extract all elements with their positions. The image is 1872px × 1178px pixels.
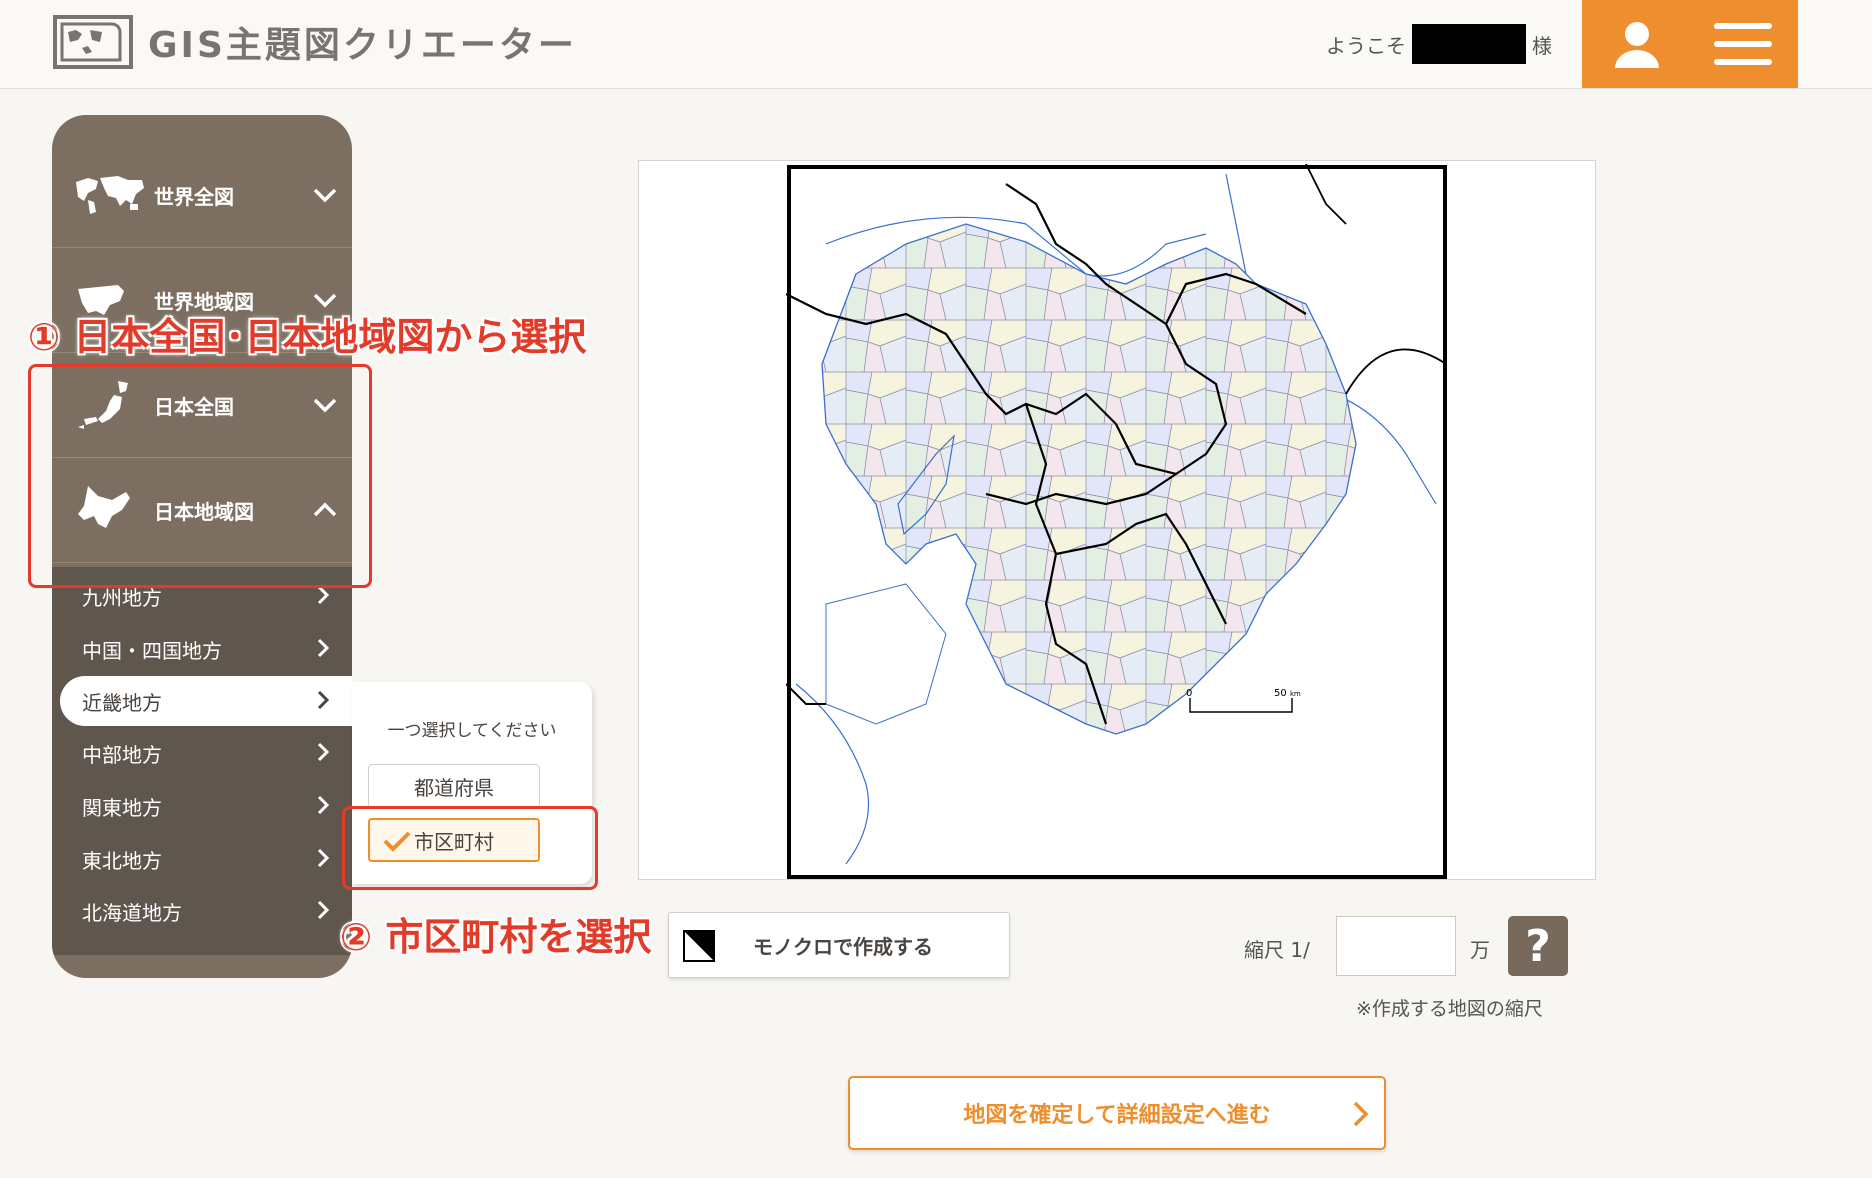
monochrome-button[interactable]: モノクロで作成する	[668, 912, 1010, 978]
chevron-right-icon	[317, 690, 330, 710]
popup-title: 一つ選択してください	[387, 721, 557, 741]
region-label: 北海道地方	[82, 900, 182, 925]
confirm-label: 地図を確定して詳細設定へ進む	[963, 1103, 1271, 1128]
option-prefecture[interactable]: 都道府県	[368, 764, 540, 808]
chevron-right-icon	[317, 900, 330, 920]
confirm-map-button[interactable]: 地図を確定して詳細設定へ進む	[848, 1076, 1386, 1150]
annotation-step1: ① 日本全国･日本地域図から選択	[28, 315, 587, 359]
region-item-kanto[interactable]: 関東地方	[52, 781, 352, 831]
user-button[interactable]	[1582, 0, 1692, 88]
scale-unit: 万	[1470, 938, 1490, 962]
option-label: 都道府県	[414, 775, 494, 800]
region-item-kinki[interactable]: 近畿地方	[60, 676, 352, 726]
scale-bar-fifty: 50	[1274, 688, 1287, 699]
scale-input[interactable]	[1336, 916, 1456, 976]
category-label: 世界全図	[154, 184, 234, 209]
menu-button[interactable]	[1688, 0, 1798, 88]
scale-note: ※作成する地図の縮尺	[1356, 998, 1543, 1020]
user-icon	[1615, 22, 1659, 68]
annotation-box-step2	[342, 806, 598, 890]
app-header: GIS主題図クリエーター ようこそ 様	[0, 0, 1872, 89]
welcome-text: ようこそ	[1326, 34, 1406, 58]
chevron-right-icon	[317, 742, 330, 762]
scale-bar-unit: km	[1290, 690, 1301, 698]
region-item-tohoku[interactable]: 東北地方	[52, 834, 352, 884]
region-label: 近畿地方	[82, 690, 162, 715]
chevron-right-icon	[317, 638, 330, 658]
chevron-right-icon	[317, 795, 330, 815]
honorific-text: 様	[1532, 34, 1552, 58]
kinki-municipality-map: 0 50 km	[786, 164, 1447, 879]
scale-bar-zero: 0	[1186, 688, 1192, 699]
region-label: 中国・四国地方	[82, 638, 222, 663]
monochrome-icon	[683, 930, 715, 962]
annotation-step2: ② 市区町村を選択	[340, 915, 652, 959]
monochrome-label: モノクロで作成する	[753, 934, 933, 959]
region-item-chugoku-shikoku[interactable]: 中国・四国地方	[52, 624, 352, 674]
region-label: 中部地方	[82, 742, 162, 767]
app-title: GIS主題図クリエーター	[148, 25, 577, 66]
annotation-box-step1	[28, 364, 372, 588]
region-label: 関東地方	[82, 795, 162, 820]
category-world-full[interactable]: 世界全図	[52, 143, 352, 248]
region-item-hokkaido[interactable]: 北海道地方	[52, 886, 352, 936]
help-icon: ?	[1525, 920, 1551, 972]
region-list: 九州地方 中国・四国地方 近畿地方 中部地方 関東地方 東北地方 北海道地方	[52, 567, 352, 955]
help-button[interactable]: ?	[1508, 916, 1568, 976]
hamburger-menu-icon	[1714, 23, 1772, 65]
chevron-down-icon	[313, 188, 337, 203]
app-logo[interactable]: GIS主題図クリエーター	[52, 14, 577, 70]
region-label: 東北地方	[82, 848, 162, 873]
chevron-right-icon	[317, 848, 330, 868]
map-logo-icon	[53, 15, 133, 69]
region-item-chubu[interactable]: 中部地方	[52, 728, 352, 778]
masked-username	[1412, 24, 1526, 64]
world-map-icon	[76, 176, 144, 214]
scale-label: 縮尺 1/	[1244, 938, 1310, 962]
chevron-right-icon	[1353, 1101, 1369, 1127]
